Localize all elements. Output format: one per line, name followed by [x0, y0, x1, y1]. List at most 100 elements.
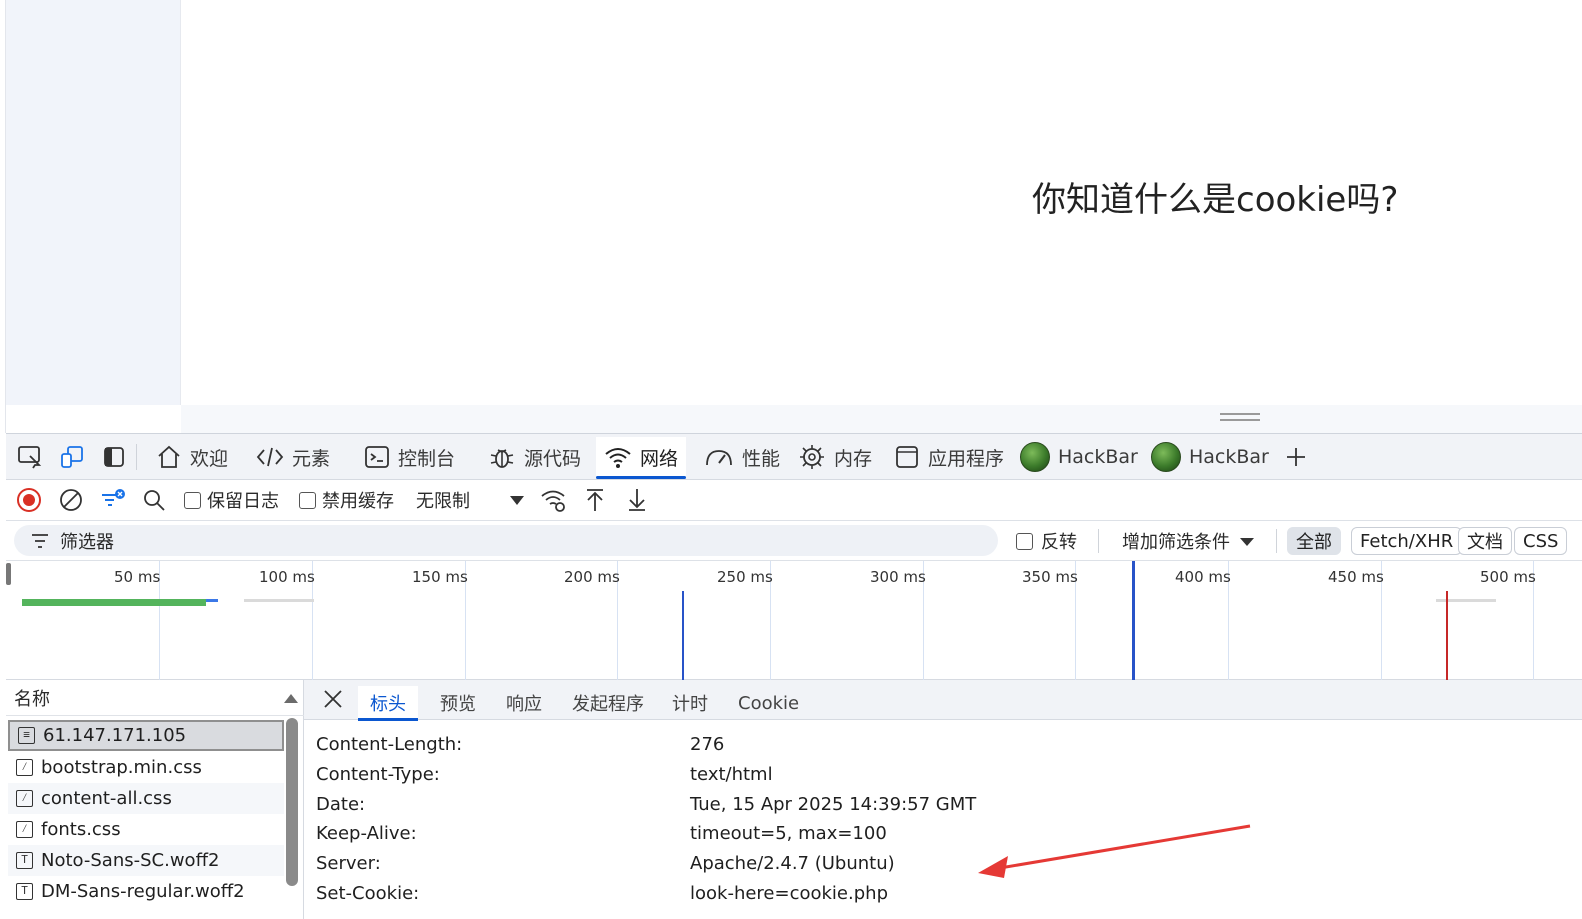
tab-welcome[interactable]: 欢迎: [148, 437, 236, 477]
timeline-tick-label: 50 ms: [114, 568, 161, 586]
wifi-icon: [605, 448, 631, 468]
sort-ascending-icon[interactable]: [284, 694, 298, 703]
preserve-log-checkbox[interactable]: [184, 491, 201, 509]
request-row[interactable]: T DM-Sans-regular.woff2: [8, 876, 284, 907]
filter-chip-doc[interactable]: 文档: [1458, 527, 1512, 555]
throttling-select[interactable]: 无限制: [416, 486, 470, 514]
preserve-log-toggle[interactable]: 保留日志: [184, 486, 279, 514]
request-details-panel: 标头 预览 响应 发起程序 计时 Cookie Content-Encoding…: [304, 680, 1582, 919]
name-column-header[interactable]: 名称: [6, 680, 304, 716]
hackbar-logo-icon: [1151, 442, 1181, 472]
header-key: Content-Type:: [316, 764, 440, 785]
network-filterbar: 筛选器 反转 增加筛选条件 全部 Fetch/XHR 文档 CSS: [6, 521, 1582, 561]
header-value: Apache/2.4.7 (Ubuntu): [690, 853, 895, 874]
request-list-scrollbar[interactable]: [286, 718, 298, 886]
tab-label: 源代码: [524, 447, 582, 470]
filter-input[interactable]: 筛选器: [14, 525, 998, 556]
tab-label: 性能: [742, 447, 781, 470]
request-name: 61.147.171.105: [43, 725, 187, 746]
tab-preview[interactable]: 预览: [428, 686, 488, 720]
filter-placeholder: 筛选器: [60, 531, 114, 553]
filter-lines-icon: [32, 533, 48, 548]
device-emulation-icon[interactable]: [58, 443, 86, 471]
tab-performance[interactable]: 性能: [696, 437, 788, 477]
timeline-tick-label: 500 ms: [1480, 568, 1536, 586]
invert-toggle[interactable]: 反转: [1016, 527, 1077, 555]
tab-headers[interactable]: 标头: [358, 686, 418, 721]
timeline-handle[interactable]: [6, 563, 11, 585]
request-row[interactable]: ⁄ content-all.css: [8, 783, 284, 814]
chevron-down-icon: [510, 496, 524, 505]
preserve-log-label: 保留日志: [207, 491, 279, 512]
console-icon: [365, 446, 389, 468]
request-name: bootstrap.min.css: [41, 757, 202, 778]
bug-icon: [490, 449, 514, 468]
add-tab-icon[interactable]: [1282, 443, 1310, 471]
hackbar-logo-icon: [1020, 442, 1050, 472]
devtools-resize-handle[interactable]: [1220, 413, 1260, 421]
tab-application[interactable]: 应用程序: [886, 437, 1012, 477]
inspect-element-icon[interactable]: [16, 443, 44, 471]
timeline-tick-label: 350 ms: [1022, 568, 1078, 586]
export-har-button[interactable]: [626, 486, 648, 514]
request-name: DM-Sans-regular.woff2: [41, 881, 245, 902]
font-icon: T: [16, 883, 33, 900]
request-row[interactable]: ≡ 61.147.171.105: [8, 720, 284, 751]
gauge-icon: [706, 450, 732, 466]
header-key: Set-Cookie:: [316, 883, 420, 904]
invert-checkbox[interactable]: [1016, 532, 1033, 550]
tab-initiator[interactable]: 发起程序: [560, 686, 656, 720]
clear-button[interactable]: [58, 486, 84, 514]
tab-cookie[interactable]: Cookie: [726, 686, 811, 720]
tab-hackbar-1[interactable]: HackBar: [1012, 437, 1146, 477]
filter-divider: [1276, 529, 1277, 553]
filter-chip-all[interactable]: 全部: [1287, 527, 1341, 555]
tab-response[interactable]: 响应: [494, 686, 554, 720]
more-filters-dropdown[interactable]: 增加筛选条件: [1122, 527, 1256, 555]
timeline-tick-label: 400 ms: [1175, 568, 1231, 586]
request-row[interactable]: ⁄ fonts.css: [8, 814, 284, 845]
network-conditions-button[interactable]: [540, 486, 568, 514]
document-icon: ≡: [18, 727, 35, 744]
more-filters-label: 增加筛选条件: [1122, 532, 1230, 553]
stylesheet-icon: ⁄: [16, 759, 33, 776]
close-icon[interactable]: [322, 688, 344, 710]
header-value: timeout=5, max=100: [690, 823, 887, 844]
tab-hackbar-2[interactable]: HackBar: [1143, 437, 1277, 477]
upload-icon: [587, 489, 603, 511]
record-button[interactable]: [16, 486, 42, 514]
timeline-tick-label: 200 ms: [564, 568, 620, 586]
request-row[interactable]: ⁄ bootstrap.min.css: [8, 752, 284, 783]
import-har-button[interactable]: [584, 486, 606, 514]
tab-sources[interactable]: 源代码: [480, 437, 589, 477]
tab-elements[interactable]: 元素: [248, 437, 338, 477]
header-key: Content-Length:: [316, 734, 463, 755]
timeline-tick-label: 300 ms: [870, 568, 926, 586]
request-name: fonts.css: [41, 819, 121, 840]
filter-toggle-button[interactable]: [100, 486, 130, 514]
network-toolbar: 保留日志 禁用缓存 无限制: [6, 480, 1582, 521]
header-value: text/html: [690, 764, 773, 785]
tab-timing[interactable]: 计时: [660, 686, 720, 720]
screen: 你知道什么是cookie吗? 欢迎 元素 控制台 源代码 网络 性能 内存 应用…: [0, 0, 1582, 919]
search-button[interactable]: [142, 486, 166, 514]
disable-cache-label: 禁用缓存: [322, 491, 394, 512]
network-overview-timeline[interactable]: 50 ms 100 ms 150 ms 200 ms 250 ms 300 ms…: [6, 561, 1582, 680]
dock-sidebar-icon[interactable]: [100, 443, 128, 471]
filter-chip-css[interactable]: CSS: [1514, 527, 1568, 555]
tab-console[interactable]: 控制台: [356, 437, 463, 477]
throttling-dropdown-button[interactable]: [508, 486, 526, 514]
code-icon: [256, 447, 284, 467]
request-row[interactable]: T Noto-Sans-SC.woff2: [8, 845, 284, 876]
chip-icon: [800, 445, 824, 469]
stylesheet-icon: ⁄: [16, 790, 33, 807]
disable-cache-toggle[interactable]: 禁用缓存: [299, 486, 394, 514]
disable-cache-checkbox[interactable]: [299, 491, 316, 509]
download-icon: [629, 489, 645, 511]
timeline-tick-label: 150 ms: [412, 568, 468, 586]
filter-chip-fetch-xhr[interactable]: Fetch/XHR: [1351, 527, 1463, 555]
page-heading: 你知道什么是cookie吗?: [1032, 180, 1399, 220]
tab-memory[interactable]: 内存: [790, 437, 880, 477]
record-icon: [17, 488, 41, 512]
tab-network[interactable]: 网络: [596, 437, 687, 479]
